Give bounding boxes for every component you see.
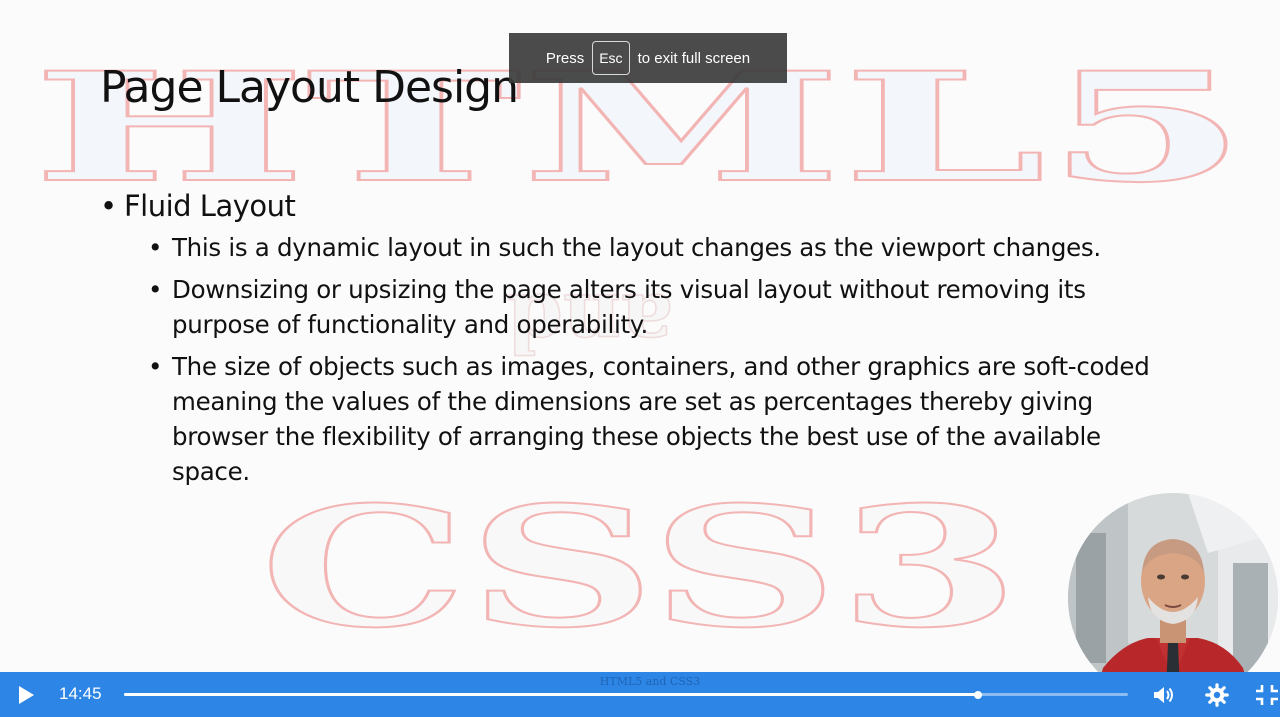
bullet-dot: • — [148, 275, 163, 304]
gear-icon — [1205, 683, 1229, 707]
slide: HTML5 and CSS3 Page Layout Design • Flui… — [0, 0, 1280, 717]
play-button[interactable] — [14, 683, 38, 707]
sub-bullet-list: • This is a dynamic layout in such the l… — [100, 230, 1190, 489]
bullet-dot: • — [148, 233, 163, 262]
sub-bullet-dynamic: • This is a dynamic layout in such the l… — [148, 230, 1182, 265]
fullscreen-button[interactable] — [1254, 682, 1280, 708]
progress-thumb[interactable] — [974, 690, 983, 699]
notice-exit-text: to exit full screen — [637, 49, 751, 67]
esc-key-badge: Esc — [592, 41, 630, 75]
current-time: 14:45 — [59, 684, 102, 703]
notice-press-text: Press — [545, 49, 585, 67]
slide-title: Page Layout Design — [100, 62, 519, 113]
fullscreen-exit-icon — [1256, 685, 1278, 705]
play-icon — [19, 686, 34, 704]
video-control-bar: HTML5 and CSS3 14:45 — [0, 672, 1280, 717]
sub-bullet-text: The size of objects such as images, cont… — [172, 352, 1150, 486]
sub-bullet-resizing: • Downsizing or upsizing the page alters… — [148, 272, 1182, 342]
watermark-css3: CSS3 — [260, 470, 1020, 664]
volume-button[interactable] — [1151, 682, 1177, 708]
sub-bullet-text: Downsizing or upsizing the page alters i… — [172, 275, 1086, 339]
progress-bar[interactable] — [124, 690, 1128, 699]
volume-icon — [1154, 687, 1173, 703]
bullet-dot: • — [100, 189, 117, 223]
settings-button[interactable] — [1204, 682, 1230, 708]
bullet-list: • Fluid Layout • This is a dynamic layou… — [100, 186, 1190, 496]
sub-bullet-text: This is a dynamic layout in such the lay… — [172, 233, 1101, 262]
bullet-dot: • — [148, 352, 163, 381]
fullscreen-notice: Press Esc to exit full screen — [509, 33, 787, 83]
bullet-fluid-layout: • Fluid Layout — [100, 186, 1190, 226]
slide-footer: HTML5 and CSS3 — [599, 675, 701, 688]
sub-bullet-soft-coded: • The size of objects such as images, co… — [148, 349, 1182, 489]
progress-fill — [124, 693, 979, 696]
bullet-text: Fluid Layout — [124, 189, 296, 223]
